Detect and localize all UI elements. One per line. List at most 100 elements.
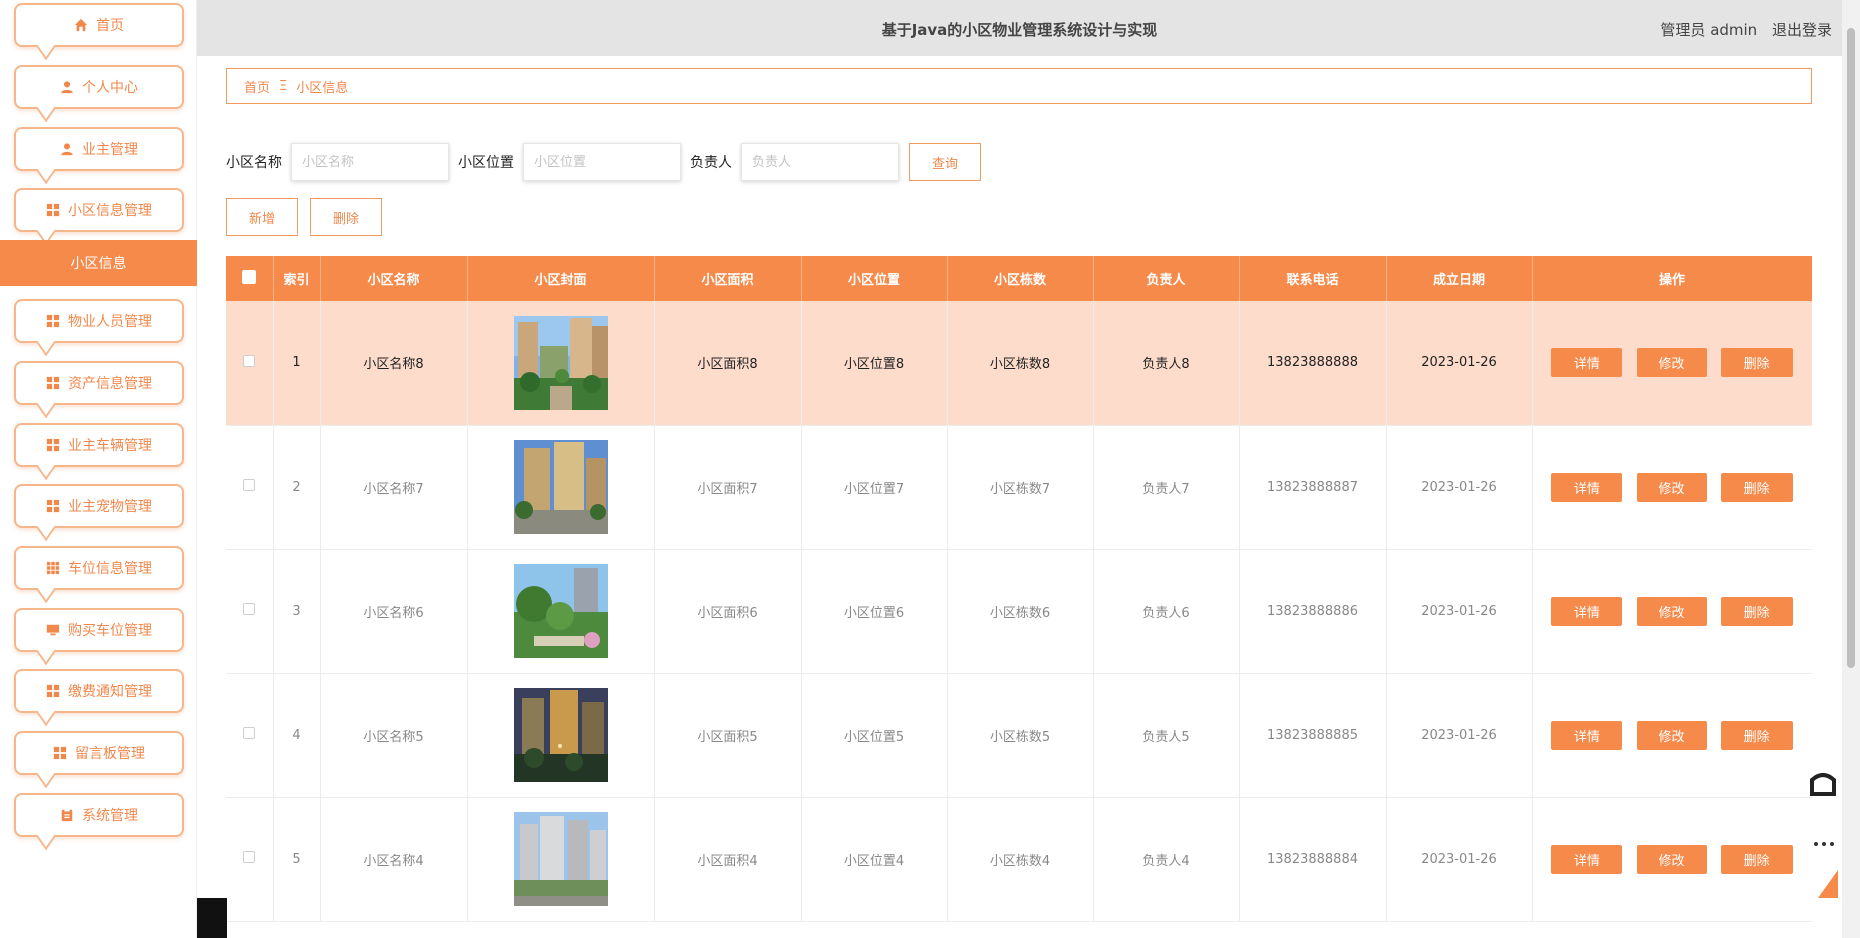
sidebar-item-system[interactable]: 系统管理 <box>14 793 184 837</box>
sidebar-item-profile[interactable]: 个人中心 <box>14 65 184 109</box>
detail-button[interactable]: 详情 <box>1551 348 1623 378</box>
grid-icon <box>53 746 67 760</box>
detail-button[interactable]: 详情 <box>1551 844 1623 874</box>
add-button[interactable]: 新增 <box>226 198 298 236</box>
row-checkbox[interactable] <box>243 354 256 367</box>
user-icon <box>61 143 73 156</box>
manager-filter-input[interactable] <box>741 143 899 181</box>
detail-button[interactable]: 详情 <box>1551 472 1623 502</box>
scrollbar-thumb[interactable] <box>1847 28 1855 668</box>
sidebar-item-vehicles[interactable]: 业主车辆管理 <box>14 423 184 467</box>
sidebar-item-label: 物业人员管理 <box>68 314 152 330</box>
name-cell: 小区名称6 <box>320 549 468 674</box>
manager-filter-label: 负责人 <box>690 155 732 171</box>
sidebar-item-payment-notice[interactable]: 缴费通知管理 <box>14 669 184 713</box>
monitor-icon <box>46 624 60 636</box>
sidebar-item-assets[interactable]: 资产信息管理 <box>14 361 184 405</box>
area-cell: 小区面积7 <box>654 425 802 550</box>
sidebar-subitem-community-info[interactable]: 小区信息 <box>0 240 197 286</box>
logout-link[interactable]: 退出登录 <box>1772 21 1832 39</box>
sidebar-item-owners[interactable]: 业主管理 <box>14 127 184 171</box>
delete-button[interactable]: 删除 <box>1720 720 1793 750</box>
operations-cell: 详情 修改 删除 <box>1532 301 1812 426</box>
area-cell: 小区面积8 <box>654 301 802 426</box>
location-filter-input[interactable] <box>523 143 681 181</box>
delete-button[interactable]: 删除 <box>1720 596 1793 626</box>
name-cell: 小区名称5 <box>320 673 468 798</box>
sidebar: 首页 个人中心 业主管理 小区信息管理 小区信息 物业人员管理 资产信息管理 业… <box>0 0 197 938</box>
edit-button[interactable]: 修改 <box>1636 844 1707 874</box>
edit-button[interactable]: 修改 <box>1636 472 1707 502</box>
user-area: 管理员 admin 退出登录 <box>1650 19 1832 40</box>
sidebar-item-staff[interactable]: 物业人员管理 <box>14 299 184 343</box>
column-header: 索引 <box>273 256 321 301</box>
select-all-checkbox[interactable] <box>242 269 257 284</box>
community-cover-image <box>513 688 608 782</box>
detail-button[interactable]: 详情 <box>1551 596 1623 626</box>
table-row[interactable]: 1 小区名称8 小区面积8 小区位置8 小区栋数8 负责人8 138238888… <box>226 301 1812 426</box>
detail-button[interactable]: 详情 <box>1551 720 1623 750</box>
manager-cell: 负责人4 <box>1093 797 1240 922</box>
sidebar-item-parking[interactable]: 车位信息管理 <box>14 546 184 590</box>
delete-button[interactable]: 删除 <box>1720 844 1793 874</box>
edit-button[interactable]: 修改 <box>1636 348 1707 378</box>
date-cell: 2023-01-26 <box>1386 673 1533 798</box>
buildings-cell: 小区栋数8 <box>947 301 1094 426</box>
select-all-cell <box>226 256 274 301</box>
index-cell: 1 <box>273 301 321 426</box>
home-icon <box>74 18 88 32</box>
operations-cell: 详情 修改 删除 <box>1532 673 1812 798</box>
sidebar-item-pets[interactable]: 业主宠物管理 <box>14 484 184 528</box>
action-bar: 新增 删除 <box>226 198 394 236</box>
search-bar: 小区名称 小区位置 负责人 查询 <box>226 142 981 182</box>
sidebar-item-community[interactable]: 小区信息管理 <box>14 188 184 232</box>
row-checkbox[interactable] <box>243 479 256 491</box>
column-header: 小区栋数 <box>947 256 1094 301</box>
batch-delete-button[interactable]: 删除 <box>310 198 382 236</box>
grid-icon <box>46 499 60 513</box>
name-filter-input[interactable] <box>291 143 449 181</box>
location-cell: 小区位置4 <box>801 797 948 922</box>
column-header: 小区名称 <box>320 256 468 301</box>
operations-cell: 详情 修改 删除 <box>1532 549 1812 674</box>
table-row[interactable]: 5 小区名称4 小区面积4 小区位置4 小区栋数4 负责人4 138238888… <box>226 797 1812 922</box>
row-checkbox[interactable] <box>243 851 256 863</box>
community-table: 索引 小区名称 小区封面 小区面积 小区位置 小区栋数 负责人 联系电话 成立日… <box>226 256 1812 938</box>
page-scrollbar[interactable] <box>1842 0 1860 938</box>
column-header: 联系电话 <box>1239 256 1387 301</box>
table-row[interactable]: 3 小区名称6 小区面积6 小区位置6 小区栋数6 负责人6 138238888… <box>226 549 1812 674</box>
breadcrumb-home[interactable]: 首页 <box>244 77 270 96</box>
grid-icon <box>46 684 60 698</box>
cover-cell <box>467 549 655 674</box>
delete-button[interactable]: 删除 <box>1720 472 1793 502</box>
query-button[interactable]: 查询 <box>909 143 981 181</box>
breadcrumb: 首页 Ξ 小区信息 <box>226 68 1812 104</box>
manager-cell: 负责人5 <box>1093 673 1240 798</box>
sidebar-item-label: 留言板管理 <box>75 746 145 762</box>
sidebar-item-buy-parking[interactable]: 购买车位管理 <box>14 608 184 652</box>
sidebar-item-label: 小区信息管理 <box>68 203 152 219</box>
community-cover-image <box>513 440 608 534</box>
edit-button[interactable]: 修改 <box>1636 720 1707 750</box>
row-checkbox[interactable] <box>243 727 256 739</box>
edit-button[interactable]: 修改 <box>1636 596 1707 626</box>
community-cover-image <box>513 564 608 658</box>
sidebar-item-message-board[interactable]: 留言板管理 <box>14 731 184 775</box>
manager-cell: 负责人7 <box>1093 425 1240 550</box>
row-checkbox[interactable] <box>243 603 256 615</box>
manager-cell: 负责人8 <box>1093 301 1240 426</box>
location-cell: 小区位置6 <box>801 549 948 674</box>
area-cell: 小区面积5 <box>654 673 802 798</box>
top-header: 基于Java的小区物业管理系统设计与实现 管理员 admin 退出登录 <box>197 0 1842 56</box>
operations-cell: 详情 修改 删除 <box>1532 425 1812 550</box>
table-row[interactable]: 4 小区名称5 小区面积5 小区位置5 小区栋数5 负责人5 138238888… <box>226 673 1812 798</box>
delete-button[interactable]: 删除 <box>1720 348 1793 378</box>
sidebar-item-home[interactable]: 首页 <box>14 3 184 47</box>
operations-cell: 详情 修改 删除 <box>1532 797 1812 922</box>
sidebar-item-label: 车位信息管理 <box>68 561 152 577</box>
table-row[interactable]: 2 小区名称7 小区面积7 小区位置7 小区栋数7 负责人7 138238888… <box>226 425 1812 550</box>
phone-cell: 13823888887 <box>1239 425 1387 550</box>
column-header: 小区面积 <box>654 256 802 301</box>
column-header: 成立日期 <box>1386 256 1533 301</box>
cover-cell <box>467 797 655 922</box>
